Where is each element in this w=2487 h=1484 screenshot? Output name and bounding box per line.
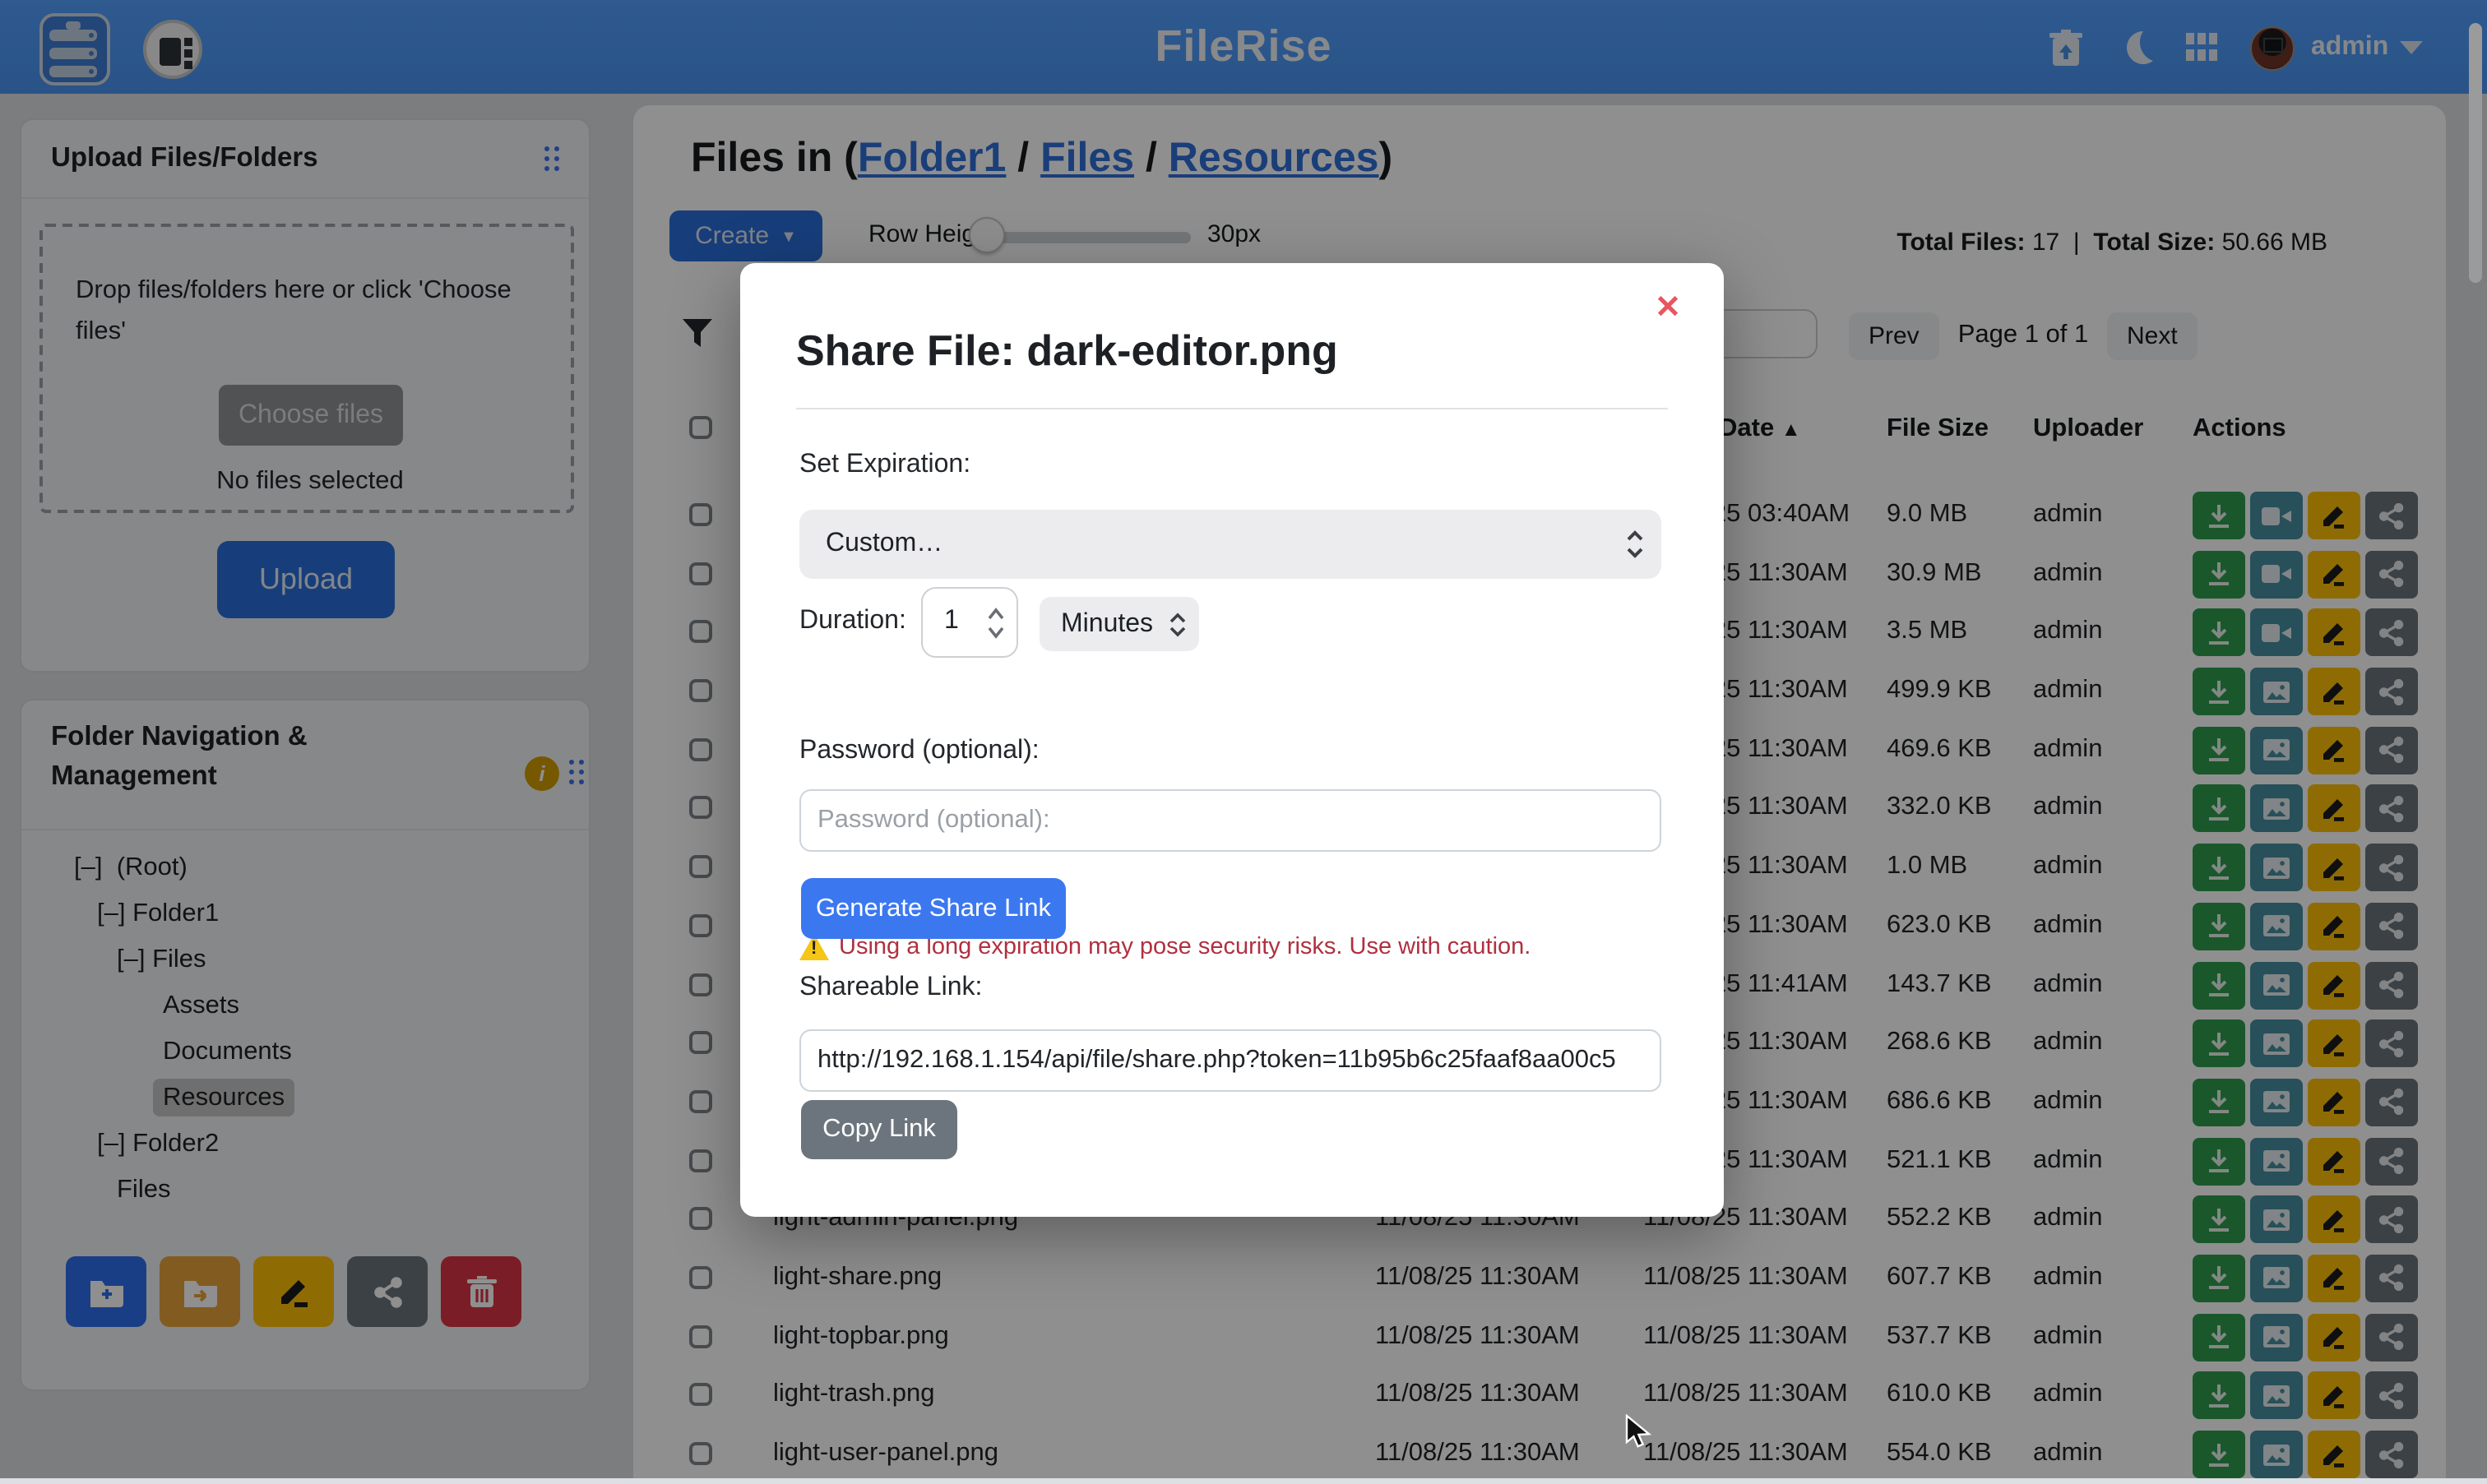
shareable-link-input[interactable] bbox=[799, 1029, 1661, 1092]
duration-unit-value: Minutes bbox=[1061, 610, 1153, 638]
share-file-modal: ✕ Share File: dark-editor.png Set Expira… bbox=[740, 263, 1724, 1217]
stepper-icon[interactable] bbox=[987, 604, 1005, 640]
duration-unit-select[interactable]: Minutes bbox=[1040, 597, 1199, 651]
app: FileRise admin Upload Files/Folders Drop… bbox=[0, 0, 2487, 1478]
password-input[interactable] bbox=[799, 789, 1661, 852]
expiration-select[interactable]: Custom… bbox=[799, 510, 1661, 579]
expiration-label: Set Expiration: bbox=[799, 451, 970, 480]
select-chevrons-icon bbox=[1625, 528, 1645, 561]
password-label: Password (optional): bbox=[799, 737, 1040, 766]
select-chevrons-icon bbox=[1169, 609, 1186, 639]
generate-share-link-button[interactable]: Generate Share Link bbox=[801, 878, 1066, 939]
copy-link-button[interactable]: Copy Link bbox=[801, 1100, 957, 1159]
expiration-value: Custom… bbox=[826, 529, 942, 557]
duration-label: Duration: bbox=[799, 607, 906, 636]
close-icon[interactable]: ✕ bbox=[1655, 289, 1681, 327]
scrollbar-thumb[interactable] bbox=[2469, 23, 2482, 283]
shareable-link-label: Shareable Link: bbox=[799, 973, 982, 1003]
modal-title: Share File: dark-editor.png bbox=[796, 326, 1338, 377]
mouse-cursor bbox=[1625, 1414, 1655, 1450]
duration-value: 1 bbox=[944, 607, 959, 636]
duration-input[interactable]: 1 bbox=[921, 587, 1018, 658]
